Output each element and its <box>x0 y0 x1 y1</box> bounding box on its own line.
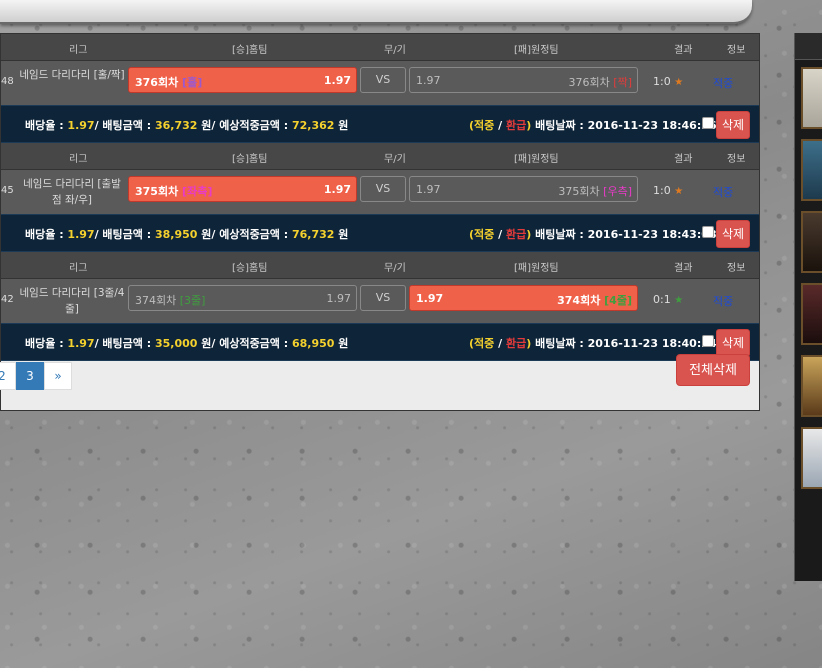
draw-vs-button[interactable]: VS <box>360 67 406 93</box>
away-team-label: 376회차 [짝] <box>568 76 632 89</box>
header-away: [패]원정팀 <box>514 154 559 165</box>
away-team-button[interactable]: 1.97 374회차 [4줄] <box>409 285 638 311</box>
header-draw: 무/기 <box>384 263 406 274</box>
away-odds: 1.97 <box>416 292 444 305</box>
home-team-button[interactable]: 374회차 [3줄] 1.97 <box>128 285 357 311</box>
bet-history-panel: 리그 [승]홈팀 무/기 [패]원정팀 결과 정보 48 네임드 다리다리 [홀… <box>0 33 760 411</box>
table-header: 리그 [승]홈팀 무/기 [패]원정팀 결과 정보 <box>1 252 759 279</box>
game-thumbnail[interactable] <box>801 211 822 273</box>
home-team-label: 376회차 [홀] <box>135 76 203 89</box>
bet-block: 리그 [승]홈팀 무/기 [패]원정팀 결과 정보 45 네임드 다리다리 [출… <box>1 143 759 252</box>
header-info: 정보 <box>727 263 746 274</box>
info-status-link[interactable]: 적중 <box>713 75 733 91</box>
draw-vs-button[interactable]: VS <box>360 285 406 311</box>
page-button[interactable]: 2 <box>0 362 16 390</box>
result-score: 1:0 ★ <box>653 184 684 197</box>
info-status-link[interactable]: 적중 <box>713 184 733 200</box>
draw-vs-button[interactable]: VS <box>360 176 406 202</box>
league-name: 네임드 다리다리 [3줄/4줄] <box>19 287 125 315</box>
header-home: [승]홈팀 <box>232 263 268 274</box>
league-name: 네임드 다리다리 [출발점 좌/우] <box>23 178 121 206</box>
away-odds: 1.97 <box>416 183 441 196</box>
header-draw: 무/기 <box>384 45 406 56</box>
game-thumbnail[interactable] <box>801 67 822 129</box>
star-icon: ★ <box>674 186 684 197</box>
bet-summary-bar: 배당율 : 1.97/ 배팅금액 : 35,000 원/ 예상적중금액 : 68… <box>1 323 759 361</box>
page-button-active[interactable]: 3 <box>16 362 44 390</box>
table-header: 리그 [승]홈팀 무/기 [패]원정팀 결과 정보 <box>1 34 759 61</box>
next-page-button[interactable]: » <box>44 362 72 390</box>
info-status-link[interactable]: 적중 <box>713 293 733 309</box>
header-info: 정보 <box>727 154 746 165</box>
select-checkbox[interactable] <box>702 117 714 129</box>
away-odds: 1.97 <box>416 74 441 87</box>
header-result: 결과 <box>674 45 693 56</box>
star-icon: ★ <box>674 295 684 306</box>
game-thumbnail[interactable] <box>801 355 822 417</box>
select-checkbox[interactable] <box>702 335 714 347</box>
game-thumbnail[interactable] <box>801 427 822 489</box>
home-team-button[interactable]: 375회차 [좌측] 1.97 <box>128 176 357 202</box>
bet-block: 리그 [승]홈팀 무/기 [패]원정팀 결과 정보 42 네임드 다리다리 [3… <box>1 252 759 361</box>
header-draw: 무/기 <box>384 154 406 165</box>
bet-summary-text: 배당율 : 1.97/ 배팅금액 : 36,732 원/ 예상적중금액 : 72… <box>25 119 349 132</box>
bet-index: 48 <box>1 76 14 87</box>
bet-index: 42 <box>1 294 14 305</box>
bet-row: 45 네임드 다리다리 [출발점 좌/우] 375회차 [좌측] 1.97 VS… <box>1 170 759 214</box>
sidebar-header <box>795 33 822 60</box>
delete-button[interactable]: 삭제 <box>716 329 750 357</box>
header-away: [패]원정팀 <box>514 263 559 274</box>
league-name: 네임드 다리다리 [홀/짝] <box>19 69 125 81</box>
home-team-label: 375회차 [좌측] <box>135 185 213 198</box>
delete-all-button[interactable]: 전체삭제 <box>676 354 750 386</box>
header-result: 결과 <box>674 263 693 274</box>
away-pick-tag: [우측] <box>603 185 632 198</box>
game-thumbnail[interactable] <box>801 139 822 201</box>
bet-row: 42 네임드 다리다리 [3줄/4줄] 374회차 [3줄] 1.97 VS 1… <box>1 279 759 323</box>
header-result: 결과 <box>674 154 693 165</box>
home-odds: 1.97 <box>326 292 352 305</box>
home-pick-tag: [3줄] <box>179 294 206 307</box>
away-pick-tag: [짝] <box>613 76 632 89</box>
table-header: 리그 [승]홈팀 무/기 [패]원정팀 결과 정보 <box>1 143 759 170</box>
bet-summary-bar: 배당율 : 1.97/ 배팅금액 : 38,950 원/ 예상적중금액 : 76… <box>1 214 759 252</box>
game-thumbnail[interactable] <box>801 283 822 345</box>
bet-block: 리그 [승]홈팀 무/기 [패]원정팀 결과 정보 48 네임드 다리다리 [홀… <box>1 34 759 143</box>
bet-index: 45 <box>1 185 14 196</box>
home-pick-tag: [좌측] <box>182 185 213 198</box>
home-odds: 1.97 <box>323 74 351 87</box>
result-score: 1:0 ★ <box>653 75 684 88</box>
bet-summary-bar: 배당율 : 1.97/ 배팅금액 : 36,732 원/ 예상적중금액 : 72… <box>1 105 759 143</box>
bet-date-text: (적중 / 환급) 배팅날짜 : 2016-11-23 18:40:24 <box>469 337 717 350</box>
select-checkbox[interactable] <box>702 226 714 238</box>
result-score: 0:1 ★ <box>653 293 684 306</box>
away-team-label: 374회차 [4줄] <box>557 294 632 307</box>
header-league: 리그 <box>69 154 88 165</box>
bet-date-text: (적중 / 환급) 배팅날짜 : 2016-11-23 18:46:36 <box>469 119 717 132</box>
home-pick-tag: [홀] <box>182 76 203 89</box>
away-team-button[interactable]: 1.97 375회차 [우측] <box>409 176 638 202</box>
top-frame-bar <box>0 0 752 24</box>
home-team-label: 374회차 [3줄] <box>135 294 206 307</box>
delete-button[interactable]: 삭제 <box>716 111 750 139</box>
header-league: 리그 <box>69 45 88 56</box>
bet-summary-text: 배당율 : 1.97/ 배팅금액 : 38,950 원/ 예상적중금액 : 76… <box>25 228 349 241</box>
header-home: [승]홈팀 <box>232 45 268 56</box>
header-home: [승]홈팀 <box>232 154 268 165</box>
right-sidebar <box>794 33 822 581</box>
bet-row: 48 네임드 다리다리 [홀/짝] 376회차 [홀] 1.97 VS 1.97… <box>1 61 759 105</box>
home-odds: 1.97 <box>323 183 351 196</box>
header-league: 리그 <box>69 263 88 274</box>
star-icon: ★ <box>674 77 684 88</box>
home-team-button[interactable]: 376회차 [홀] 1.97 <box>128 67 357 93</box>
bet-summary-text: 배당율 : 1.97/ 배팅금액 : 35,000 원/ 예상적중금액 : 68… <box>25 337 349 350</box>
bet-date-text: (적중 / 환급) 배팅날짜 : 2016-11-23 18:43:08 <box>469 228 717 241</box>
header-info: 정보 <box>727 45 746 56</box>
away-pick-tag: [4줄] <box>604 294 632 307</box>
away-team-label: 375회차 [우측] <box>558 185 632 198</box>
header-away: [패]원정팀 <box>514 45 559 56</box>
delete-button[interactable]: 삭제 <box>716 220 750 248</box>
away-team-button[interactable]: 1.97 376회차 [짝] <box>409 67 638 93</box>
